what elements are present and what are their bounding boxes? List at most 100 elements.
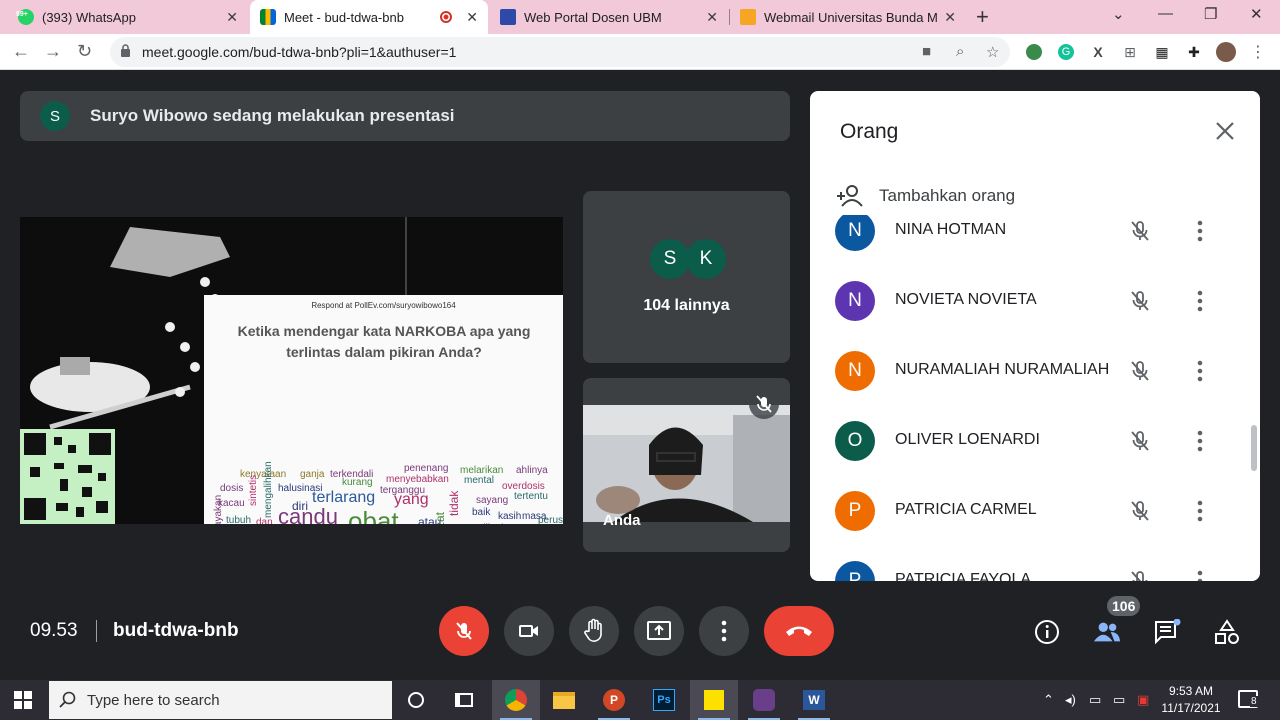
more-options-button[interactable] <box>699 606 749 656</box>
more-vert-icon[interactable] <box>1190 289 1210 313</box>
word-cloud-word: kasih <box>498 511 522 522</box>
more-vert-icon[interactable] <box>1190 219 1210 243</box>
cortana-icon[interactable] <box>392 680 440 720</box>
word-icon[interactable]: W <box>790 680 838 720</box>
camera-toggle-button[interactable] <box>504 606 554 656</box>
raise-hand-button[interactable] <box>569 606 619 656</box>
participant-row[interactable]: N NOVIETA NOVIETA <box>810 281 1260 351</box>
participant-avatar: N <box>835 215 875 251</box>
self-view-tile[interactable]: Anda <box>583 378 790 552</box>
panel-scrollbar[interactable] <box>1251 425 1257 471</box>
new-tab-icon[interactable]: + <box>976 4 989 30</box>
chat-button[interactable] <box>1153 618 1181 646</box>
tab-meet[interactable]: Meet - bud-tdwa-bnb ✕ <box>250 0 488 34</box>
chrome-taskbar-icon[interactable] <box>492 680 540 720</box>
grammarly-icon[interactable]: G <box>1056 42 1076 62</box>
tab-webmail[interactable]: Webmail Universitas Bunda Mulia ✕ <box>730 0 966 34</box>
network-icon[interactable]: ▭ <box>1113 692 1125 708</box>
mic-off-icon <box>1131 221 1149 241</box>
back-icon[interactable]: ← <box>12 41 30 62</box>
battery-icon[interactable]: ▭ <box>1089 692 1101 708</box>
minimize-icon[interactable]: — <box>1158 5 1173 22</box>
powerpoint-icon[interactable]: P <box>590 680 638 720</box>
participant-row[interactable]: O OLIVER LOENARDI <box>810 421 1260 491</box>
word-cloud-word: sayang <box>476 495 509 506</box>
ubm-portal-icon <box>500 9 516 25</box>
action-center-icon[interactable]: 8 <box>1238 690 1258 708</box>
profile-avatar-icon[interactable] <box>1216 42 1236 62</box>
tab-label: Web Portal Dosen UBM <box>524 9 662 25</box>
present-screen-button[interactable] <box>634 606 684 656</box>
leave-call-button[interactable] <box>764 606 834 656</box>
more-vert-icon[interactable] <box>1190 359 1210 383</box>
participant-avatar: N <box>835 351 875 391</box>
activities-button[interactable] <box>1213 618 1241 646</box>
word-cloud-word: sintetis <box>248 474 259 506</box>
address-bar[interactable]: meet.google.com/bud-tdwa-bnb?pli=1&authu… <box>110 37 1010 67</box>
mic-off-icon <box>1131 361 1149 381</box>
presenting-banner: S Suryo Wibowo sedang melakukan presenta… <box>20 91 790 141</box>
zoom-icon[interactable]: ⌕ <box>956 43 964 60</box>
meeting-details-button[interactable] <box>1033 618 1061 646</box>
word-cloud: kenyataan ganja terkendali penenang melarika… <box>204 295 563 524</box>
close-icon[interactable] <box>1214 120 1236 142</box>
forward-icon[interactable]: → <box>44 41 62 62</box>
sticky-notes-icon[interactable] <box>690 680 738 720</box>
window-close-icon[interactable]: ✕ <box>1250 5 1263 23</box>
restore-icon[interactable]: ❐ <box>1204 5 1217 23</box>
file-explorer-icon[interactable] <box>540 680 588 720</box>
table-extension-icon[interactable]: ▦ <box>1152 42 1172 62</box>
word-cloud-word: ganja <box>300 469 325 480</box>
participant-avatar: N <box>835 281 875 321</box>
participant-avatar: S <box>650 239 690 279</box>
mic-off-icon <box>749 389 779 419</box>
word-cloud-word: candu <box>278 504 338 525</box>
shared-screen: Respond at PollEv.com/suryowibowo164 Ket… <box>20 217 563 524</box>
microphone-toggle-button[interactable] <box>439 606 489 656</box>
participant-row[interactable]: P PATRICIA CARMEL <box>810 491 1260 561</box>
tab-search-icon[interactable]: ⌄ <box>1112 5 1125 23</box>
antivirus-tray-icon[interactable]: ▣ <box>1137 692 1149 708</box>
chrome-menu-icon[interactable]: ⋮ <box>1248 42 1268 62</box>
others-tile[interactable]: S K 104 lainnya <box>583 191 790 363</box>
recording-icon <box>440 11 453 23</box>
more-vert-icon[interactable] <box>1190 499 1210 523</box>
task-view-icon[interactable] <box>440 680 488 720</box>
participant-avatar: K <box>686 239 726 279</box>
others-count-label: 104 lainnya <box>643 297 730 314</box>
pdf-app-icon[interactable] <box>740 680 788 720</box>
extension-globe-icon[interactable] <box>1024 42 1044 62</box>
add-people-button[interactable]: Tambahkan orang <box>835 184 1015 208</box>
people-button[interactable] <box>1093 618 1121 646</box>
word-cloud-word: tidak <box>447 490 461 516</box>
poll-card: Respond at PollEv.com/suryowibowo164 Ket… <box>204 295 563 524</box>
video-camera-icon <box>519 625 538 637</box>
participant-row[interactable]: N NINA HOTMAN <box>810 215 1260 281</box>
windows-start-icon[interactable] <box>14 691 32 709</box>
x-extension-icon[interactable]: X <box>1088 42 1108 62</box>
more-vert-icon[interactable] <box>1190 429 1210 453</box>
word-cloud-word: mental <box>464 475 495 486</box>
photoshop-icon[interactable]: Ps <box>640 680 688 720</box>
tab-close-icon[interactable]: ✕ <box>226 9 238 26</box>
system-clock[interactable]: 9:53 AM 11/17/2021 <box>1156 683 1226 717</box>
tab-close-icon[interactable]: ✕ <box>944 9 956 26</box>
tab-close-icon[interactable]: ✕ <box>706 9 718 26</box>
tab-ubm-portal[interactable]: Web Portal Dosen UBM ✕ <box>490 0 728 34</box>
more-vert-icon[interactable] <box>1190 569 1210 581</box>
google-meet-icon <box>260 9 276 25</box>
tab-whatsapp[interactable]: 99+ (393) WhatsApp ✕ <box>8 0 248 34</box>
bookmark-star-icon[interactable]: ☆ <box>986 43 999 61</box>
taskbar-search-box[interactable]: Type here to search <box>49 681 392 719</box>
volume-icon[interactable]: ◂) <box>1065 692 1076 708</box>
participant-row[interactable]: P PATRICIA FAYOLA <box>810 561 1260 581</box>
extensions-puzzle-icon[interactable]: ✚ <box>1184 42 1204 62</box>
reload-icon[interactable]: ↻ <box>77 41 92 62</box>
camera-permission-icon[interactable]: ■ <box>922 43 931 60</box>
participant-list: N NINA HOTMAN N NOVIETA NOVIETA N NURAMALIAH … <box>810 215 1260 581</box>
participant-row[interactable]: N NURAMALIAH NURAMALIAH <box>810 351 1260 421</box>
word-cloud-word: yang <box>394 491 429 508</box>
tab-close-icon[interactable]: ✕ <box>466 9 478 26</box>
grid-extension-icon[interactable]: ⊞ <box>1120 42 1140 62</box>
show-hidden-icons-chevron-icon[interactable]: ⌃ <box>1043 692 1054 708</box>
